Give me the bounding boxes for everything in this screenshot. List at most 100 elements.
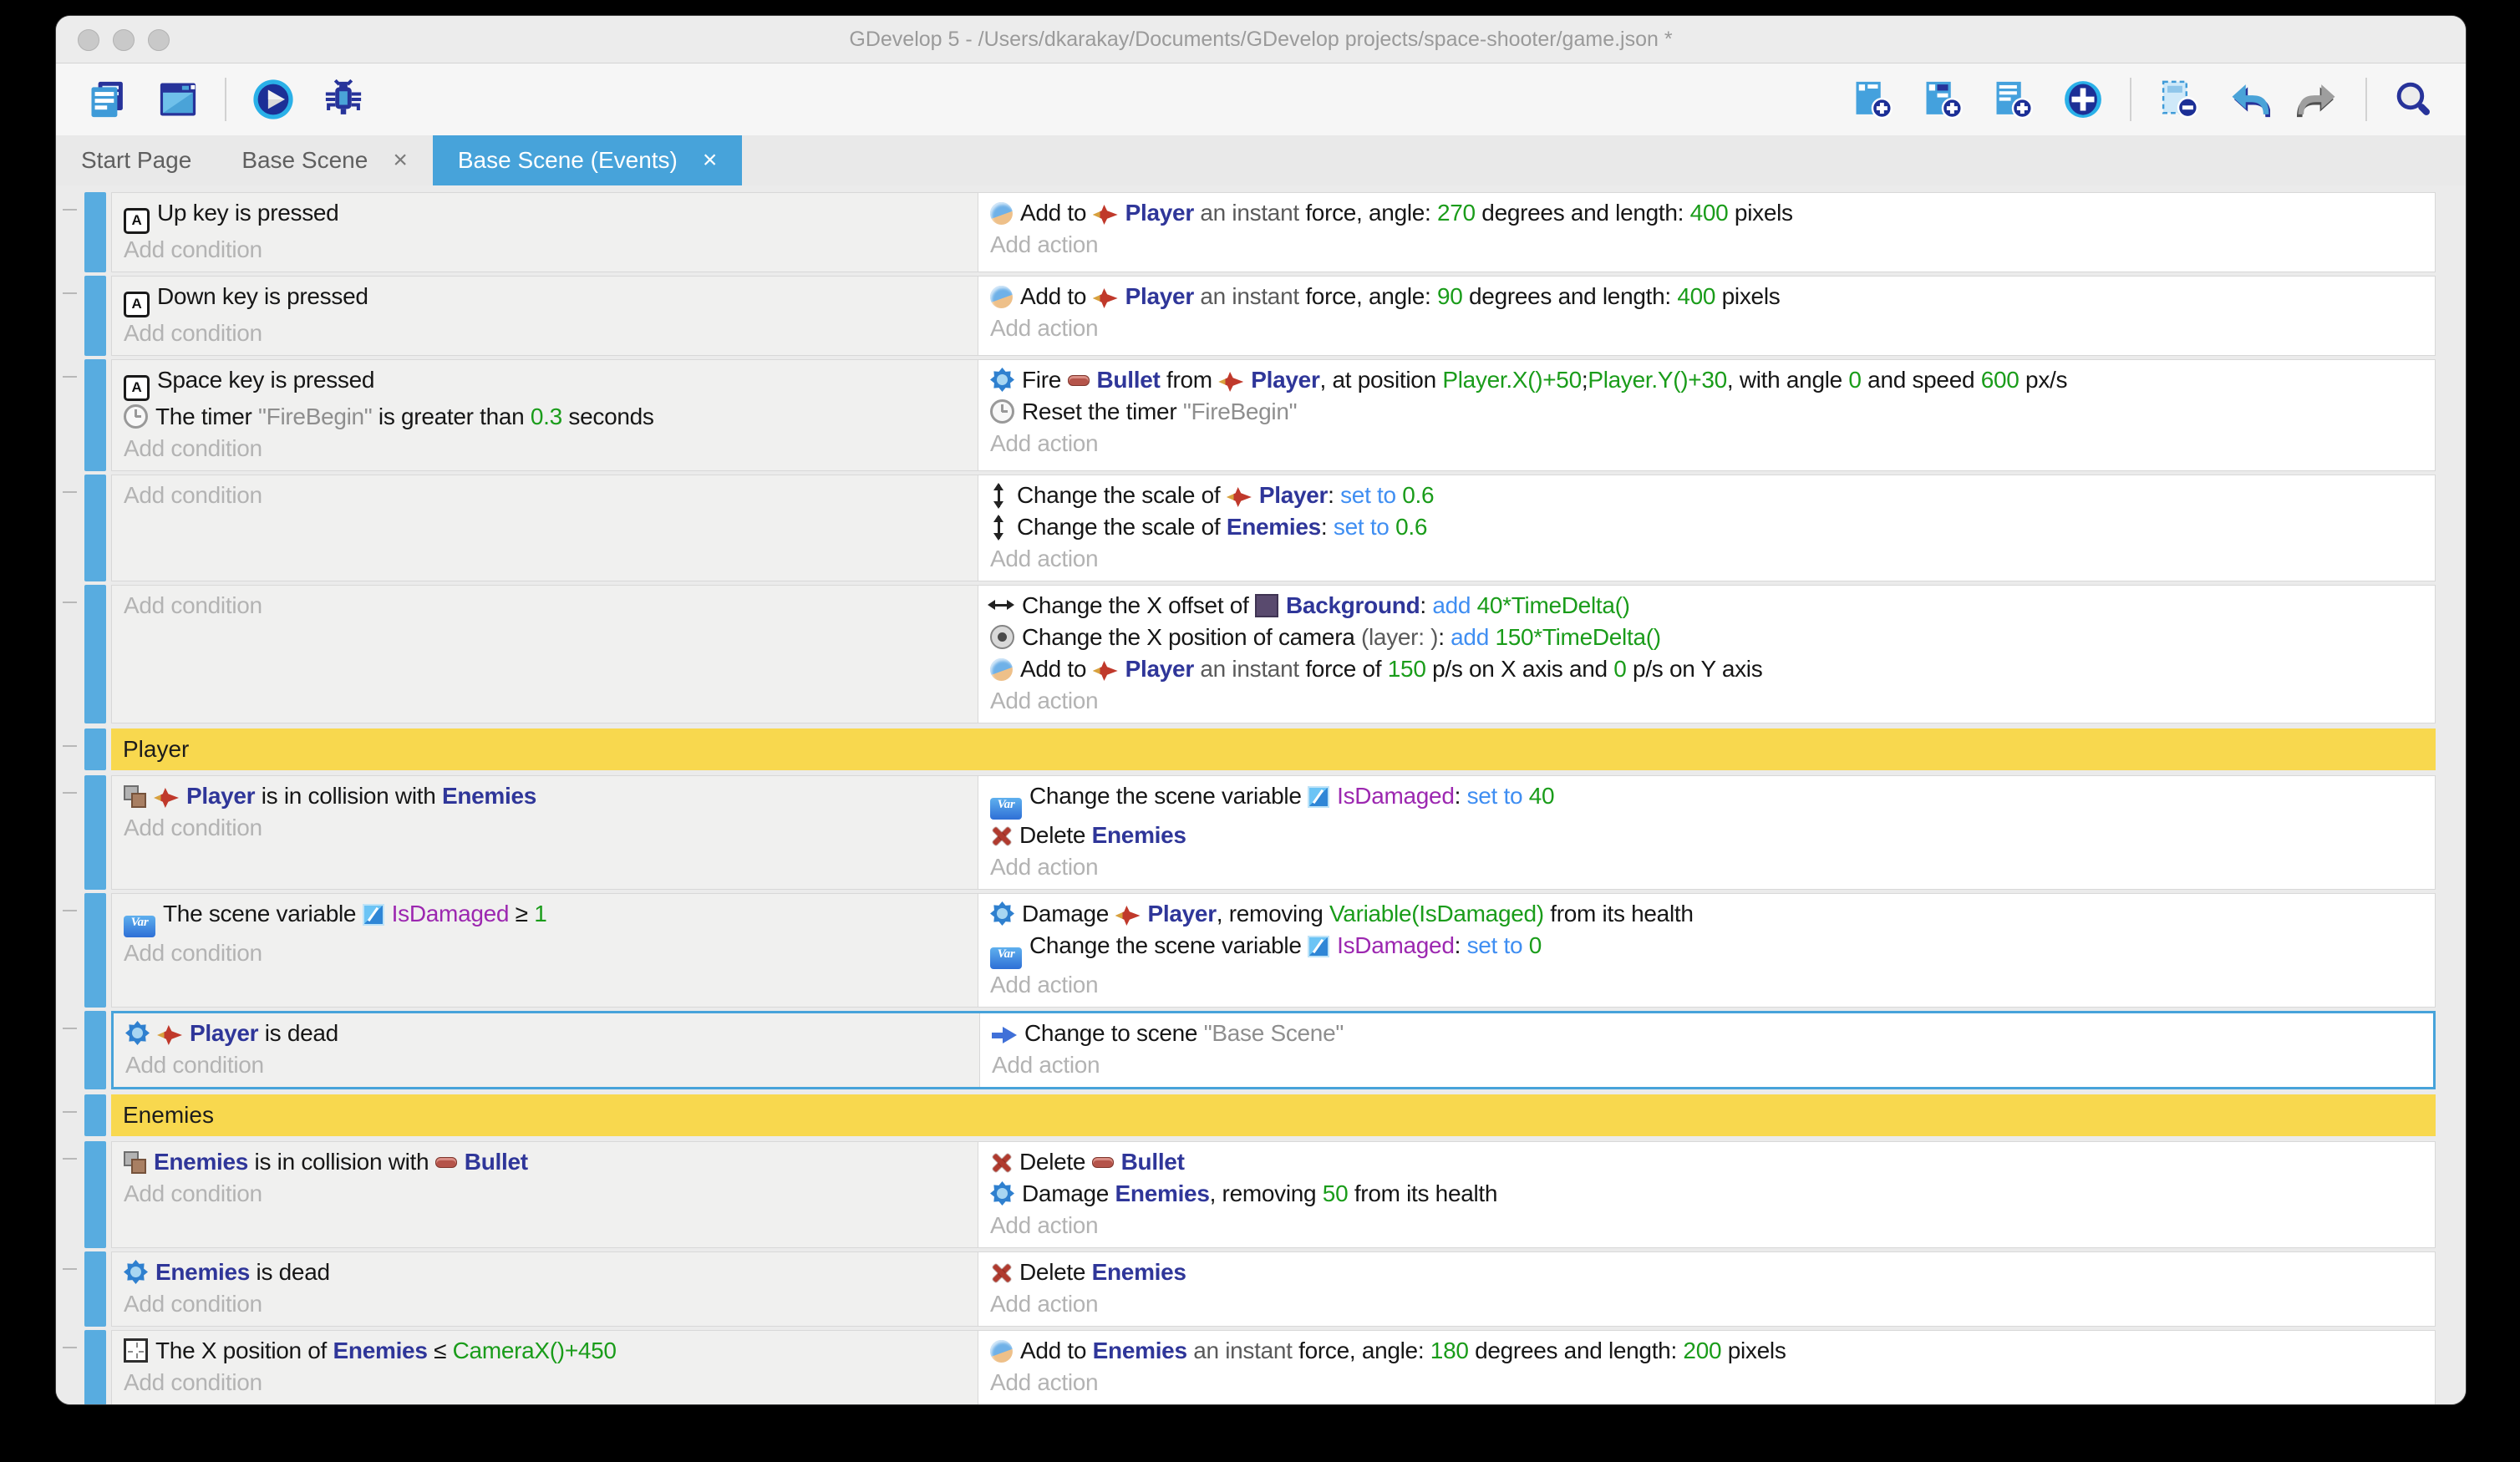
condition-item[interactable]: Enemies is dead <box>124 1256 966 1288</box>
condition-item[interactable]: Player is in collision with Enemies <box>124 780 966 812</box>
text-run: Add to <box>1020 200 1093 226</box>
undo-button[interactable] <box>2225 76 2272 123</box>
condition-item[interactable]: Enemies is in collision with Bullet <box>124 1146 966 1178</box>
add-condition-button[interactable]: Add condition <box>124 1367 966 1399</box>
action-item[interactable]: Change the X position of camera (layer: … <box>990 622 2423 653</box>
action-item[interactable]: Add to Player an instant force of 150 p/… <box>990 653 2423 685</box>
add-action-button[interactable]: Add action <box>990 1288 2423 1320</box>
add-action-button[interactable]: Add action <box>990 851 2423 883</box>
action-item[interactable]: Delete Bullet <box>990 1146 2423 1178</box>
event-drag-handle[interactable] <box>84 1011 106 1089</box>
scene-editor-button[interactable] <box>155 76 201 123</box>
action-item[interactable]: Add to Player an instant force, angle: 9… <box>990 281 2423 312</box>
event-drag-handle[interactable] <box>84 585 106 723</box>
bullet-sprite-icon <box>435 1157 457 1168</box>
action-item[interactable]: Add to Enemies an instant force, angle: … <box>990 1335 2423 1367</box>
condition-item[interactable]: The scene variable IsDamaged ≥ 1 <box>124 898 966 937</box>
action-item[interactable]: Change to scene "Base Scene" <box>992 1018 2421 1049</box>
zoom-window-button[interactable] <box>148 29 170 51</box>
tab-base-scene-events[interactable]: Base Scene (Events) × <box>433 135 743 185</box>
text-run: Player <box>1125 200 1194 226</box>
text-run: IsDamaged <box>392 901 510 926</box>
search-button[interactable] <box>2390 76 2437 123</box>
add-condition-button[interactable]: Add condition <box>124 590 966 622</box>
debug-bug-icon <box>322 78 365 121</box>
add-condition-button[interactable]: Add condition <box>124 812 966 844</box>
event-drag-handle[interactable] <box>84 893 106 1008</box>
actions-cell: Delete EnemiesAdd action <box>978 1252 2435 1326</box>
add-sub-event-button[interactable] <box>1919 76 1966 123</box>
add-comment-button[interactable] <box>1989 76 2036 123</box>
action-item[interactable]: Delete Enemies <box>990 820 2423 851</box>
add-condition-button[interactable]: Add condition <box>125 1049 968 1081</box>
add-action-button[interactable]: Add action <box>990 685 2423 717</box>
redo-button[interactable] <box>2295 76 2342 123</box>
add-condition-button[interactable]: Add condition <box>124 234 966 266</box>
action-item[interactable]: Reset the timer "FireBegin" <box>990 396 2423 428</box>
add-event-icon <box>1851 78 1894 121</box>
group-header[interactable]: Player <box>111 728 2436 770</box>
add-action-button[interactable]: Add action <box>992 1049 2421 1081</box>
event-drag-handle[interactable] <box>84 359 106 471</box>
tab-base-scene[interactable]: Base Scene × <box>216 135 433 185</box>
add-condition-button[interactable]: Add condition <box>124 317 966 349</box>
action-item[interactable]: Change the scene variable IsDamaged: set… <box>990 780 2423 820</box>
add-condition-button[interactable]: Add condition <box>124 1178 966 1210</box>
condition-item[interactable]: Player is dead <box>125 1018 968 1049</box>
add-action-button[interactable]: Add action <box>990 428 2423 459</box>
group-header[interactable]: Enemies <box>111 1094 2436 1136</box>
action-item[interactable]: Damage Player, removing Variable(IsDamag… <box>990 898 2423 930</box>
text-run: set to <box>1467 783 1529 809</box>
add-action-button[interactable]: Add action <box>990 1367 2423 1399</box>
text-run: Up key is pressed <box>157 200 338 226</box>
add-other-event-button[interactable] <box>2060 76 2106 123</box>
action-item[interactable]: Change the scale of Player: set to 0.6 <box>990 480 2423 511</box>
action-item[interactable]: Fire Bullet from Player, at position Pla… <box>990 364 2423 396</box>
add-condition-button[interactable]: Add condition <box>124 433 966 464</box>
add-event-button[interactable] <box>1849 76 1896 123</box>
preview-button[interactable] <box>250 76 297 123</box>
add-condition-button[interactable]: Add condition <box>124 480 966 511</box>
event-drag-handle[interactable] <box>84 192 106 272</box>
action-item[interactable]: Damage Enemies, removing 50 from its hea… <box>990 1178 2423 1210</box>
add-action-button[interactable]: Add action <box>990 1210 2423 1241</box>
text-run: : <box>1321 514 1334 540</box>
event-drag-handle[interactable] <box>84 276 106 356</box>
delete-event-button[interactable] <box>2155 76 2202 123</box>
event-drag-handle[interactable] <box>84 475 106 581</box>
event-drag-handle[interactable] <box>84 775 106 890</box>
add-condition-button[interactable]: Add condition <box>124 937 966 969</box>
action-item[interactable]: Change the scene variable IsDamaged: set… <box>990 930 2423 969</box>
minimize-window-button[interactable] <box>113 29 135 51</box>
event-drag-handle[interactable] <box>84 1251 106 1327</box>
action-item[interactable]: Delete Enemies <box>990 1256 2423 1288</box>
project-manager-button[interactable] <box>84 76 131 123</box>
event-drag-handle[interactable] <box>84 1141 106 1248</box>
event-drag-handle[interactable] <box>84 1330 106 1405</box>
close-window-button[interactable] <box>78 29 99 51</box>
close-tab-icon[interactable]: × <box>703 146 718 175</box>
action-item[interactable]: Add to Player an instant force, angle: 2… <box>990 197 2423 229</box>
text-run: p/s on X axis and <box>1426 656 1614 682</box>
event-drag-handle[interactable] <box>84 728 106 770</box>
condition-item[interactable]: The timer "FireBegin" is greater than 0.… <box>124 401 966 433</box>
condition-item[interactable]: The X position of Enemies ≤ CameraX()+45… <box>124 1335 966 1367</box>
text-run: : <box>1438 624 1451 650</box>
event-drag-handle[interactable] <box>84 1094 106 1136</box>
add-action-button[interactable]: Add action <box>990 543 2423 575</box>
add-action-button[interactable]: Add action <box>990 969 2423 1001</box>
add-action-button[interactable]: Add action <box>990 229 2423 261</box>
action-item[interactable]: Change the X offset of Background: add 4… <box>990 590 2423 622</box>
add-action-button[interactable]: Add action <box>990 312 2423 344</box>
tab-start-page[interactable]: Start Page <box>56 135 216 185</box>
text-run: add <box>1432 592 1476 618</box>
condition-item[interactable]: Up key is pressed <box>124 197 966 234</box>
condition-item[interactable]: Down key is pressed <box>124 281 966 317</box>
text-run: seconds <box>562 404 654 429</box>
close-tab-icon[interactable]: × <box>393 146 408 175</box>
text-run: , at position <box>1320 367 1443 393</box>
debug-button[interactable] <box>320 76 367 123</box>
condition-item[interactable]: Space key is pressed <box>124 364 966 401</box>
add-condition-button[interactable]: Add condition <box>124 1288 966 1320</box>
action-item[interactable]: Change the scale of Enemies: set to 0.6 <box>990 511 2423 543</box>
